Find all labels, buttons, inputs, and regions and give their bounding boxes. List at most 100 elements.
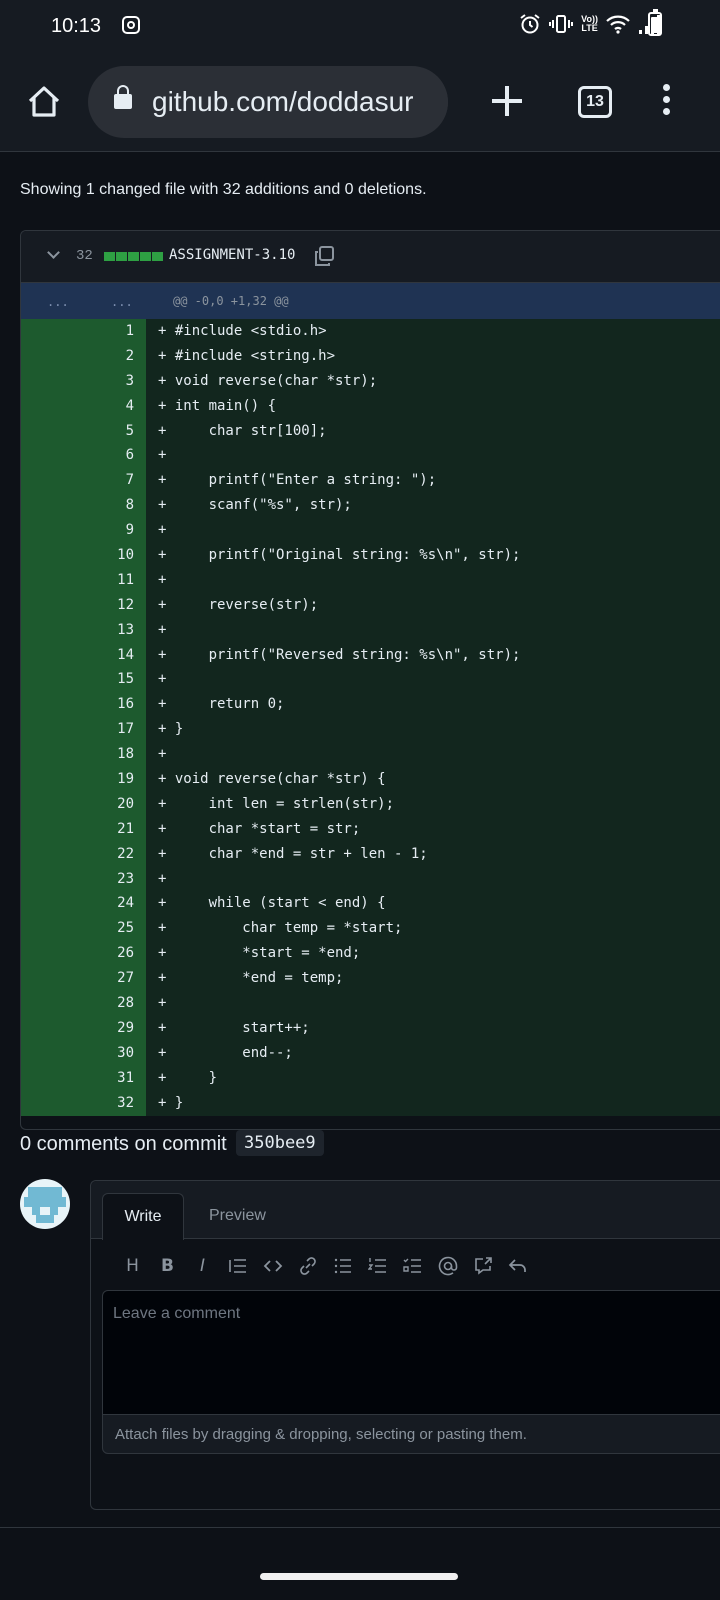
line-number[interactable]: 18 [21,742,146,768]
hunk-expand-left[interactable]: ... [47,295,69,309]
copy-icon[interactable] [313,245,335,267]
url-fade [418,66,448,138]
code-icon[interactable] [255,1253,290,1279]
avatar[interactable] [20,1179,70,1229]
diff-line: 8 + scanf("%s", str); [21,493,720,519]
line-code: + char temp = *start; [146,916,720,942]
overflow-menu-button[interactable] [663,84,671,120]
diff-line: 19 + void reverse(char *str) { [21,767,720,792]
line-number[interactable]: 10 [21,543,146,568]
line-code: + reverse(str); [146,592,720,618]
markdown-toolbar: H B I [115,1253,535,1279]
diff-line: 15 + [21,667,720,693]
comments-title: 0 comments on commit [20,1133,227,1155]
chevron-down-icon[interactable] [47,246,60,259]
line-number[interactable]: 9 [21,518,146,544]
diff-line: 28 + [21,991,720,1016]
line-number[interactable]: 8 [21,493,146,519]
line-code: + [146,443,720,469]
line-number[interactable]: 24 [21,891,146,917]
reference-icon[interactable] [465,1253,500,1279]
line-number[interactable]: 5 [21,418,146,444]
line-number[interactable]: 22 [21,841,146,867]
line-number[interactable]: 4 [21,393,146,419]
unordered-list-icon[interactable] [325,1253,360,1279]
line-number[interactable]: 2 [21,343,146,369]
line-number[interactable]: 3 [21,368,146,394]
line-code: + void reverse(char *str) { [146,767,720,792]
heading-button[interactable]: H [115,1253,150,1279]
line-code: + [146,518,720,544]
line-number[interactable]: 11 [21,567,146,593]
volte-icon: Vo)) LTE [581,13,598,35]
diff-line: 17 + } [21,717,720,743]
italic-button[interactable]: I [185,1253,220,1279]
diff-line: 18 + [21,742,720,768]
diffstat-bar [104,252,163,261]
reply-icon[interactable] [500,1253,535,1279]
hunk-header-text: @@ -0,0 +1,32 @@ [173,294,289,308]
line-number[interactable]: 7 [21,468,146,494]
line-number[interactable]: 31 [21,1065,146,1091]
line-number[interactable]: 29 [21,1015,146,1041]
line-number[interactable]: 15 [21,667,146,693]
line-code: + void reverse(char *str); [146,368,720,394]
volte-label-bottom: LTE [581,23,598,33]
line-number[interactable]: 27 [21,966,146,992]
diff-lines: 1 + #include <stdio.h> 2 + #include <string… [21,319,720,1116]
line-number[interactable]: 13 [21,617,146,643]
home-button[interactable] [26,84,62,120]
file-name[interactable]: ASSIGNMENT-3.10 [169,247,295,263]
tab-switcher-button[interactable]: 13 [578,86,612,118]
line-number[interactable]: 23 [21,866,146,892]
line-code: + int main() { [146,393,720,419]
diff-line: 5 + char str[100]; [21,418,720,444]
line-number[interactable]: 19 [21,767,146,792]
line-code: + } [146,1090,720,1116]
alarm-icon [519,13,541,35]
mention-icon[interactable] [430,1253,465,1279]
attach-files-bar[interactable]: Attach files by dragging & dropping, sel… [102,1414,720,1454]
line-number[interactable]: 17 [21,717,146,743]
line-code: + [146,991,720,1016]
line-number[interactable]: 1 [21,319,146,344]
line-number[interactable]: 26 [21,941,146,967]
diff-line: 27 + *end = temp; [21,966,720,992]
commit-sha[interactable]: 350bee9 [236,1130,324,1156]
line-number[interactable]: 14 [21,642,146,668]
url-text: github.com/doddasur [152,86,414,117]
line-number[interactable]: 32 [21,1090,146,1116]
diff-line: 7 + printf("Enter a string: "); [21,468,720,494]
diff-line: 10 + printf("Original string: %s\n", str)… [21,543,720,568]
line-number[interactable]: 6 [21,443,146,469]
diff-line: 16 + return 0; [21,692,720,718]
line-code: + #include <stdio.h> [146,319,720,344]
task-list-icon[interactable] [395,1253,430,1279]
tab-preview[interactable]: Preview [209,1207,266,1225]
line-code: + *start = *end; [146,941,720,967]
line-code: + end--; [146,1040,720,1066]
diff-summary: Showing 1 changed file with 32 additions… [20,181,427,198]
tab-write[interactable]: Write [102,1193,184,1240]
line-number[interactable]: 25 [21,916,146,942]
quote-icon[interactable] [220,1253,255,1279]
ordered-list-icon[interactable] [360,1253,395,1279]
line-number[interactable]: 20 [21,791,146,817]
home-icon [28,86,60,117]
link-icon[interactable] [290,1253,325,1279]
diff-line: 13 + [21,617,720,643]
comment-textarea[interactable]: Leave a comment [102,1290,720,1414]
new-tab-button[interactable] [490,84,524,118]
line-number[interactable]: 21 [21,816,146,842]
diff-line: 32 + } [21,1090,720,1116]
lock-icon [114,85,132,109]
line-code: + #include <string.h> [146,343,720,369]
gesture-nav-bar[interactable] [260,1573,458,1580]
line-number[interactable]: 16 [21,692,146,718]
line-number[interactable]: 30 [21,1040,146,1066]
bold-button[interactable]: B [150,1253,185,1279]
address-bar[interactable]: github.com/doddasur [88,66,448,138]
hunk-expand-right[interactable]: ... [111,295,133,309]
line-number[interactable]: 28 [21,991,146,1016]
line-number[interactable]: 12 [21,592,146,618]
